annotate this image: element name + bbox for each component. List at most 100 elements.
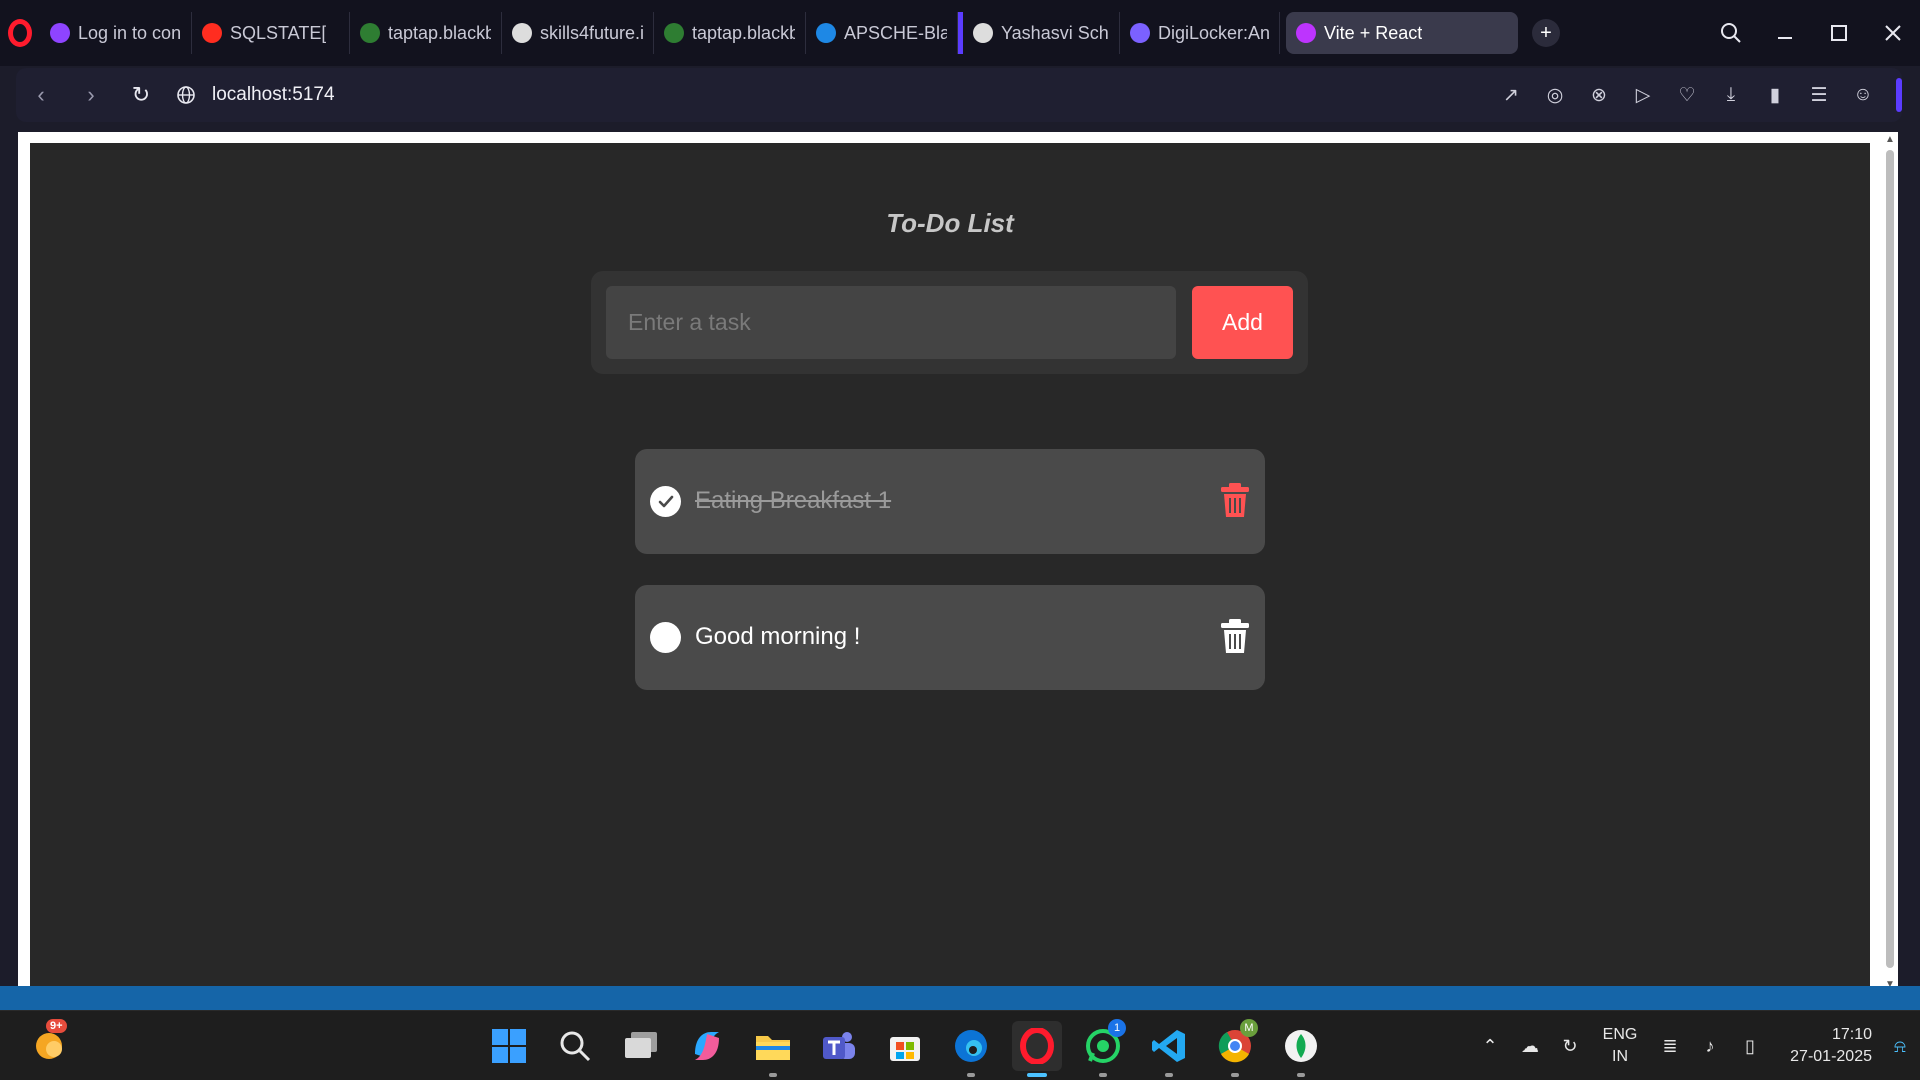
opera-button[interactable] — [1012, 1021, 1062, 1077]
url-field[interactable]: localhost:5174 — [212, 84, 335, 106]
lang-code: ENG — [1602, 1026, 1638, 1043]
sync-button[interactable]: ↻ — [1550, 1036, 1590, 1057]
close-icon — [1885, 25, 1901, 41]
proton-icon — [50, 23, 70, 43]
delete-task-button[interactable] — [1220, 482, 1250, 518]
close-window-button[interactable] — [1866, 0, 1920, 66]
speaker-icon: ♪ — [1705, 1035, 1715, 1056]
search-tabs-button[interactable] — [1704, 0, 1758, 66]
user-icon: ☺ — [1853, 84, 1873, 105]
search-button[interactable] — [550, 1021, 600, 1071]
maximize-icon — [1831, 25, 1847, 41]
maximize-button[interactable] — [1812, 0, 1866, 66]
add-task-button[interactable]: Add — [1192, 286, 1293, 359]
minimize-icon — [1778, 37, 1792, 39]
digilocker-icon — [1130, 23, 1150, 43]
notifications-button[interactable]: ⍾ — [1880, 1036, 1920, 1057]
task-toggle-button[interactable] — [650, 486, 681, 517]
teams-button[interactable] — [814, 1021, 864, 1071]
easy-setup-button[interactable]: ☰ — [1800, 76, 1838, 114]
task-view-icon — [625, 1032, 657, 1058]
adblock-button[interactable]: ⊗ — [1580, 76, 1618, 114]
copilot-button[interactable] — [682, 1021, 732, 1071]
laravel-icon — [202, 23, 222, 43]
task-view-button[interactable] — [616, 1021, 666, 1071]
browser-tab[interactable]: taptap.blackb — [654, 12, 806, 54]
browser-tab[interactable]: APSCHE-Black — [806, 12, 958, 54]
browser-tab[interactable]: Vite + React — [1286, 12, 1518, 54]
back-button[interactable]: ‹ — [16, 68, 66, 122]
show-hidden-icons-button[interactable]: ⌃ — [1470, 1036, 1510, 1057]
clock-button[interactable]: 17:10 27-01-2025 — [1770, 1024, 1880, 1068]
file-explorer-button[interactable] — [748, 1021, 798, 1077]
volume-button[interactable]: ♪ — [1690, 1036, 1730, 1057]
page-title: To-Do List — [886, 208, 1014, 238]
running-indicator — [769, 1073, 777, 1077]
task-toggle-button[interactable] — [650, 622, 681, 653]
browser-tab[interactable]: Yashasvi Scho — [958, 12, 1120, 54]
vscode-button[interactable] — [1144, 1021, 1194, 1077]
globe-icon — [177, 86, 195, 104]
scrollbar-thumb[interactable] — [1886, 150, 1894, 968]
browser-tab[interactable]: taptap.blackb — [350, 12, 502, 54]
mongodb-compass-button[interactable] — [1276, 1021, 1326, 1077]
task-label: Eating Breakfast 1 — [695, 487, 892, 514]
battery-saver-button[interactable]: ▮ — [1756, 76, 1794, 114]
wifi-icon: ≣ — [1662, 1035, 1678, 1056]
taptap-icon — [360, 23, 380, 43]
chrome-button[interactable]: M — [1210, 1019, 1260, 1077]
running-indicator — [1231, 1073, 1239, 1077]
vite-icon — [1296, 23, 1316, 43]
input-language-button[interactable]: ENG IN — [1590, 1024, 1650, 1068]
play-icon: ▷ — [1635, 84, 1651, 106]
document-icon — [512, 23, 532, 43]
whatsapp-button[interactable]: 1 — [1078, 1019, 1128, 1077]
running-indicator — [967, 1073, 975, 1077]
player-button[interactable]: ▷ — [1624, 76, 1662, 114]
tab-title: APSCHE-Black — [844, 22, 947, 43]
delete-task-button[interactable] — [1220, 618, 1250, 654]
running-indicator — [1099, 1073, 1107, 1077]
search-icon — [1721, 23, 1741, 43]
browser-tab[interactable]: SQLSTATE[ — [192, 12, 350, 54]
new-tab-button[interactable]: + — [1532, 19, 1560, 47]
minimize-button[interactable] — [1758, 0, 1812, 66]
chevron-right-icon: › — [87, 82, 95, 107]
microsoft-store-button[interactable] — [880, 1021, 930, 1071]
edge-button[interactable] — [946, 1021, 996, 1077]
toolbar-icons: ↗ ◎ ⊗ ▷ ♡ ⤓ ▮ ☰ ☺ — [1492, 68, 1882, 122]
heart-icon: ♡ — [1678, 84, 1696, 106]
bell-icon: ⍾ — [1894, 1035, 1906, 1056]
taptap-icon — [664, 23, 684, 43]
ide-status-strip — [0, 986, 1920, 1010]
document-icon — [973, 23, 993, 43]
tab-title: Log in to cont — [78, 22, 181, 43]
chevron-up-icon: ⌃ — [1482, 1035, 1498, 1056]
page-scrollbar[interactable]: ▲ ▼ — [1882, 132, 1898, 992]
pinboard-button[interactable]: ♡ — [1668, 76, 1706, 114]
share-icon: ↗ — [1503, 84, 1519, 106]
browser-tab[interactable]: Log in to cont — [40, 12, 192, 54]
browser-tab[interactable]: skills4future.in — [502, 12, 654, 54]
task-input[interactable] — [606, 286, 1176, 359]
weather-widget[interactable]: 9+ — [30, 1019, 68, 1063]
onedrive-button[interactable]: ☁ — [1510, 1036, 1550, 1057]
snapshot-button[interactable]: ◎ — [1536, 76, 1574, 114]
download-icon: ⤓ — [1726, 84, 1736, 105]
tab-title: DigiLocker:An — [1158, 22, 1269, 43]
start-button[interactable] — [484, 1021, 534, 1071]
task-item: Good morning ! — [635, 585, 1265, 690]
taskbar-apps: 1 M — [484, 1019, 1326, 1077]
network-button[interactable]: ≣ — [1650, 1036, 1690, 1057]
site-info-button[interactable] — [166, 85, 206, 105]
share-button[interactable]: ↗ — [1492, 76, 1530, 114]
forward-button[interactable]: › — [66, 68, 116, 122]
downloads-button[interactable]: ⤓ — [1712, 76, 1750, 114]
profile-button[interactable]: ☺ — [1844, 76, 1882, 114]
browser-tab[interactable]: DigiLocker:An — [1120, 12, 1280, 54]
reload-button[interactable]: ↻ — [116, 68, 166, 122]
checkmark-icon — [658, 495, 673, 507]
opera-menu-button[interactable] — [0, 0, 40, 66]
battery-button[interactable]: ▯ — [1730, 1036, 1770, 1057]
active-indicator — [1027, 1073, 1047, 1077]
